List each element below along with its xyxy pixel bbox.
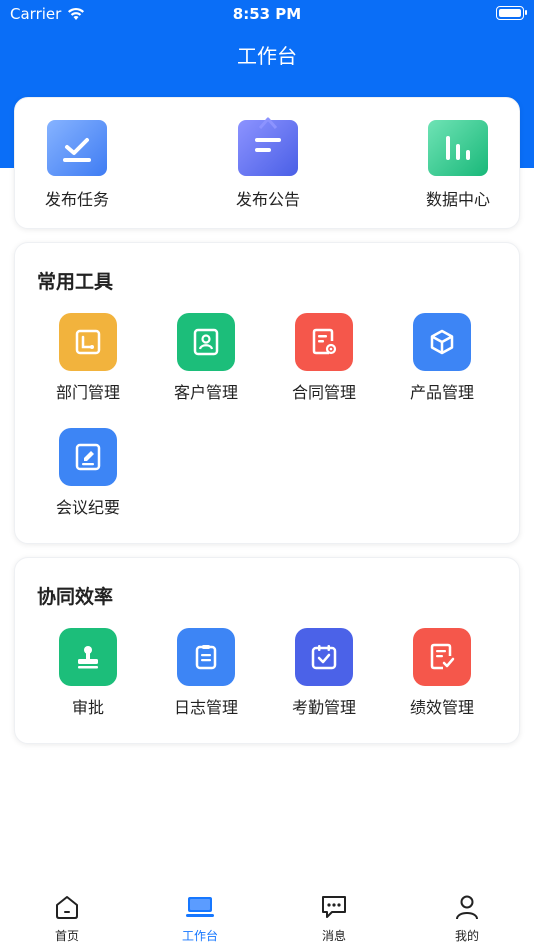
meeting-notes-label: 会议纪要 — [55, 498, 120, 517]
workbench-icon — [186, 897, 214, 917]
home-icon — [56, 896, 78, 919]
log-management-button[interactable]: 日志管理 — [147, 628, 265, 718]
page-title: 工作台 — [237, 44, 297, 68]
tab-profile-label: 我的 — [454, 929, 479, 943]
department-management-label: 部门管理 — [55, 383, 120, 402]
task-check-icon — [47, 120, 107, 176]
contract-management-button[interactable]: 合同管理 — [265, 313, 383, 403]
message-icon — [322, 896, 346, 918]
product-box-icon — [413, 313, 471, 371]
meeting-notes-button[interactable]: 会议纪要 — [29, 428, 147, 518]
quick-actions-card: 发布任务 发布公告 数据中心 — [14, 97, 520, 229]
log-management-label: 日志管理 — [173, 698, 238, 717]
performance-management-button[interactable]: 绩效管理 — [383, 628, 501, 718]
tab-messages[interactable]: 消息 — [294, 894, 374, 944]
collaboration-card: 协同效率 审批 日志管理 考勤管理 绩效管理 — [14, 557, 520, 744]
status-bar: Carrier 8:53 PM — [0, 0, 534, 28]
tab-workbench[interactable]: 工作台 — [160, 894, 240, 944]
bottom-tab-bar: 首页 工作台 消息 我的 — [0, 880, 534, 950]
publish-task-button[interactable]: 发布任务 — [22, 120, 132, 210]
approval-button[interactable]: 审批 — [29, 628, 147, 718]
product-management-label: 产品管理 — [409, 383, 474, 402]
battery-icon — [496, 6, 527, 20]
department-management-button[interactable]: 部门管理 — [29, 313, 147, 403]
contact-card-icon — [177, 313, 235, 371]
attendance-management-label: 考勤管理 — [291, 698, 356, 717]
publish-task-label: 发布任务 — [44, 190, 109, 209]
collab-section-title: 协同效率 — [37, 586, 114, 608]
customer-management-label: 客户管理 — [173, 383, 238, 402]
data-center-label: 数据中心 — [425, 190, 490, 209]
status-time: 8:53 PM — [232, 5, 302, 23]
notice-board-icon — [238, 117, 298, 176]
publish-notice-label: 发布公告 — [235, 190, 300, 209]
common-tools-card: 常用工具 部门管理 客户管理 合同管理 产品管理 会议纪要 — [14, 242, 520, 544]
tab-profile[interactable]: 我的 — [427, 894, 507, 944]
attendance-management-button[interactable]: 考勤管理 — [265, 628, 383, 718]
tab-home[interactable]: 首页 — [27, 894, 107, 944]
performance-management-label: 绩效管理 — [409, 698, 474, 717]
department-icon — [59, 313, 117, 371]
user-icon — [456, 895, 478, 920]
data-center-button[interactable]: 数据中心 — [403, 120, 513, 210]
log-icon — [177, 628, 235, 686]
contract-management-label: 合同管理 — [291, 383, 356, 402]
calendar-check-icon — [295, 628, 353, 686]
stamp-icon — [59, 628, 117, 686]
tab-home-label: 首页 — [54, 929, 79, 943]
performance-icon — [413, 628, 471, 686]
approval-label: 审批 — [71, 698, 104, 717]
tab-workbench-label: 工作台 — [181, 929, 218, 943]
bar-chart-icon — [428, 120, 488, 176]
publish-notice-button[interactable]: 发布公告 — [213, 117, 323, 210]
contract-icon — [295, 313, 353, 371]
tools-section-title: 常用工具 — [37, 271, 114, 293]
product-management-button[interactable]: 产品管理 — [383, 313, 501, 403]
tab-messages-label: 消息 — [321, 929, 346, 943]
meeting-note-icon — [59, 428, 117, 486]
customer-management-button[interactable]: 客户管理 — [147, 313, 265, 403]
